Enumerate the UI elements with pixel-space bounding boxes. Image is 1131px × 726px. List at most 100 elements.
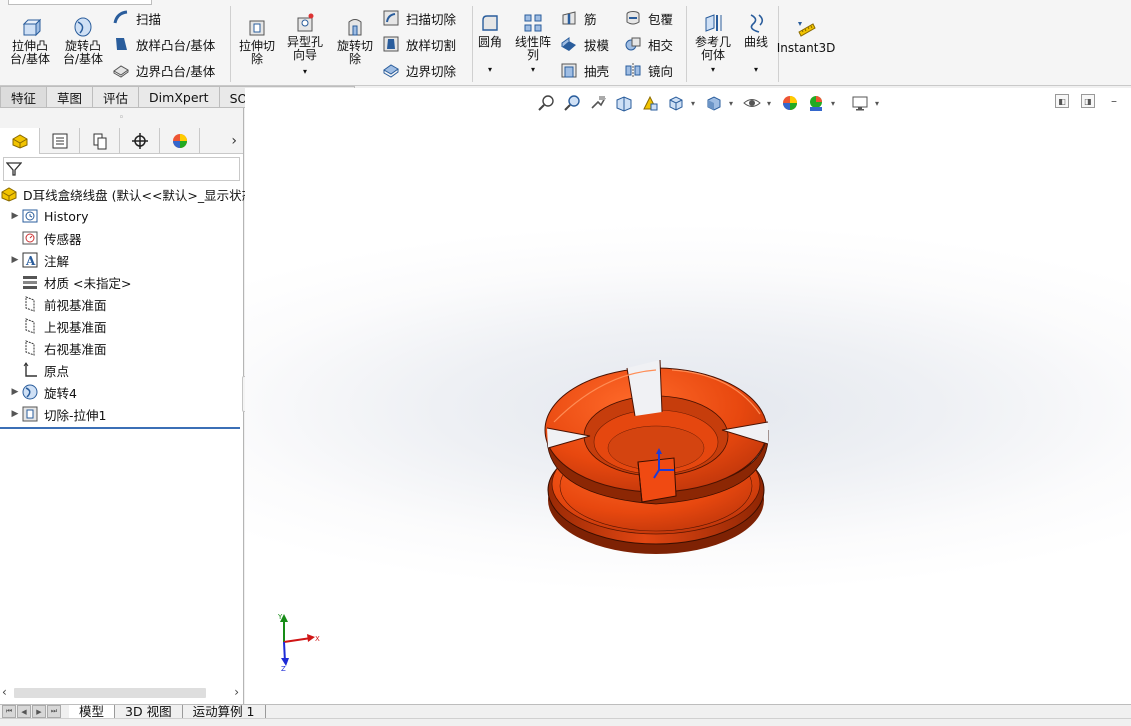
prev-tab-icon[interactable]: ◀ — [17, 705, 31, 718]
shell-icon — [561, 63, 577, 78]
linear-pattern-button[interactable]: 线性阵 列 ▾ — [510, 12, 556, 76]
wrap-label: 包覆 — [648, 11, 674, 27]
hide-show-items-button[interactable] — [741, 93, 763, 113]
tree-item-front-plane[interactable]: 前视基准面 — [0, 293, 243, 315]
display-style-button[interactable] — [703, 93, 725, 113]
loft-boss-button[interactable]: 放样凸台/基体 — [112, 34, 215, 54]
linear-pattern-dropdown-arrow[interactable]: ▾ — [531, 63, 535, 76]
scroll-right-icon[interactable]: › — [234, 685, 239, 699]
hole-wizard-button[interactable]: 异型孔 向导 ▾ — [282, 12, 328, 78]
mirror-button[interactable]: 镜向 — [624, 60, 673, 80]
ribbon-separator — [230, 6, 231, 82]
tree-item-right-plane[interactable]: 右视基准面 — [0, 337, 243, 359]
display-style-dropdown-arrow[interactable]: ▾ — [729, 99, 737, 108]
revolve-cut-button[interactable]: 旋转切 除 — [332, 16, 378, 66]
horizontal-scrollbar[interactable]: ‹ › — [0, 684, 242, 702]
heads-up-view-toolbar: ▾ ▾ ▾ ▾ ▾ — [535, 92, 883, 114]
tree-item-history[interactable]: ▶ History — [0, 205, 243, 227]
tree-filter-bar[interactable] — [3, 157, 240, 181]
tab-evaluate[interactable]: 评估 — [93, 86, 140, 108]
tree-item-label: History — [44, 208, 89, 224]
eye-icon — [743, 99, 761, 107]
fillet-dropdown-arrow[interactable]: ▾ — [488, 63, 492, 76]
hole-wizard-dropdown-arrow[interactable]: ▾ — [303, 65, 307, 78]
expand-arrow-icon[interactable]: ▶ — [9, 255, 21, 265]
configuration-manager-tab[interactable] — [80, 127, 120, 154]
scrollbar-thumb[interactable] — [14, 688, 206, 698]
expand-arrow-icon[interactable]: ▶ — [9, 409, 21, 419]
view-orientation-button[interactable] — [665, 93, 687, 113]
view-settings-dropdown-arrow[interactable]: ▾ — [875, 99, 883, 108]
section-view-button[interactable] — [613, 93, 635, 113]
display-style-icon — [707, 96, 721, 111]
rib-button[interactable]: 筋 — [560, 8, 597, 28]
tree-item-material[interactable]: 材质 <未指定> — [0, 271, 243, 293]
tile-window-button[interactable]: ◨ — [1081, 94, 1095, 108]
curves-button[interactable]: 曲线 ▾ — [740, 12, 772, 76]
property-manager-tab[interactable] — [40, 127, 80, 154]
curves-dropdown-arrow[interactable]: ▾ — [754, 63, 758, 76]
monitor-icon — [852, 96, 868, 111]
tree-item-top-plane[interactable]: 上视基准面 — [0, 315, 243, 337]
zoom-to-area-button[interactable] — [561, 93, 583, 113]
minimize-window-button[interactable]: – — [1107, 94, 1121, 108]
extrude-boss-button[interactable]: 拉伸凸 台/基体 — [6, 16, 54, 66]
reference-geometry-button[interactable]: 参考几 何体 ▾ — [690, 12, 736, 76]
cut-extrude-feature-icon — [21, 405, 39, 423]
tree-item-sensors[interactable]: 传感器 — [0, 227, 243, 249]
tab-dimxpert[interactable]: DimXpert — [139, 86, 220, 108]
tree-item-annotations[interactable]: ▶ A 注解 — [0, 249, 243, 271]
dimxpert-manager-tab[interactable] — [120, 127, 160, 154]
scroll-left-icon[interactable]: ‹ — [2, 685, 7, 699]
expand-arrow-icon[interactable]: ▶ — [9, 387, 21, 397]
hide-show-dropdown-arrow[interactable]: ▾ — [767, 99, 775, 108]
reference-geometry-dropdown-arrow[interactable]: ▾ — [711, 63, 715, 76]
revolve-boss-button[interactable]: 旋转凸 台/基体 — [58, 16, 108, 66]
view-orientation-dropdown-arrow[interactable]: ▾ — [691, 99, 699, 108]
tab-features[interactable]: 特征 — [0, 86, 48, 108]
first-tab-icon[interactable]: ⏮ — [2, 705, 16, 718]
tree-item-origin[interactable]: 原点 — [0, 359, 243, 381]
sweep-cut-button[interactable]: 扫描切除 — [382, 8, 456, 28]
status-bar — [0, 718, 1131, 726]
sweep-button[interactable]: 扫描 — [112, 8, 161, 28]
draft-button[interactable]: 拔模 — [560, 34, 609, 54]
boundary-boss-button[interactable]: 边界凸台/基体 — [112, 60, 215, 80]
spool-part-model[interactable] — [542, 344, 777, 562]
expand-arrow-icon[interactable]: ▶ — [9, 211, 21, 221]
instant3d-button[interactable]: Instant3D — [777, 18, 835, 55]
filter-icon[interactable] — [6, 161, 22, 177]
last-tab-icon[interactable]: ⏭ — [47, 705, 61, 718]
tree-root-part[interactable]: D耳线盒绕线盘 (默认<<默认>_显示状态 — [0, 183, 254, 205]
shell-button[interactable]: 抽壳 — [560, 60, 609, 80]
tree-item-label: 右视基准面 — [44, 341, 107, 357]
boundary-cut-button[interactable]: 边界切除 — [382, 60, 456, 80]
loft-cut-button[interactable]: 放样切割 — [382, 34, 456, 54]
zoom-to-fit-button[interactable] — [535, 93, 557, 113]
scene-dropdown-arrow[interactable]: ▾ — [831, 99, 839, 108]
fillet-button[interactable]: 圆角 ▾ — [474, 12, 506, 76]
display-manager-tab[interactable] — [160, 127, 200, 154]
edit-appearance-button[interactable] — [779, 93, 801, 113]
tab-sketch[interactable]: 草图 — [47, 86, 94, 108]
panel-grip[interactable]: ◦ — [0, 108, 243, 128]
previous-view-button[interactable] — [587, 93, 609, 113]
tab-motion-study-1[interactable]: 运动算例 1 — [183, 705, 266, 719]
tab-3d-view[interactable]: 3D 视图 — [115, 705, 183, 719]
feature-manager-tab[interactable] — [0, 127, 40, 154]
apply-scene-button[interactable] — [805, 93, 827, 113]
tree-item-cut-extrude1[interactable]: ▶ 切除-拉伸1 — [0, 403, 243, 425]
tab-model[interactable]: 模型 — [69, 705, 116, 719]
wrap-button[interactable]: 包覆 — [624, 8, 673, 28]
view-settings-button[interactable] — [849, 93, 871, 113]
graphics-area[interactable]: ▾ ▾ ▾ ▾ ▾ ◧ ◨ – Y X Z — [245, 88, 1131, 704]
rollback-bar[interactable] — [0, 427, 240, 429]
extrude-cut-button[interactable]: 拉伸切 除 — [234, 16, 280, 66]
panel-expand-arrow[interactable]: › — [231, 133, 237, 149]
tree-item-revolve4[interactable]: ▶ 旋转4 — [0, 381, 243, 403]
reference-triad[interactable]: Y X Z — [267, 610, 329, 672]
restore-window-button[interactable]: ◧ — [1055, 94, 1069, 108]
dynamic-annotation-button[interactable] — [639, 93, 661, 113]
next-tab-icon[interactable]: ▶ — [32, 705, 46, 718]
intersect-button[interactable]: 相交 — [624, 34, 673, 54]
